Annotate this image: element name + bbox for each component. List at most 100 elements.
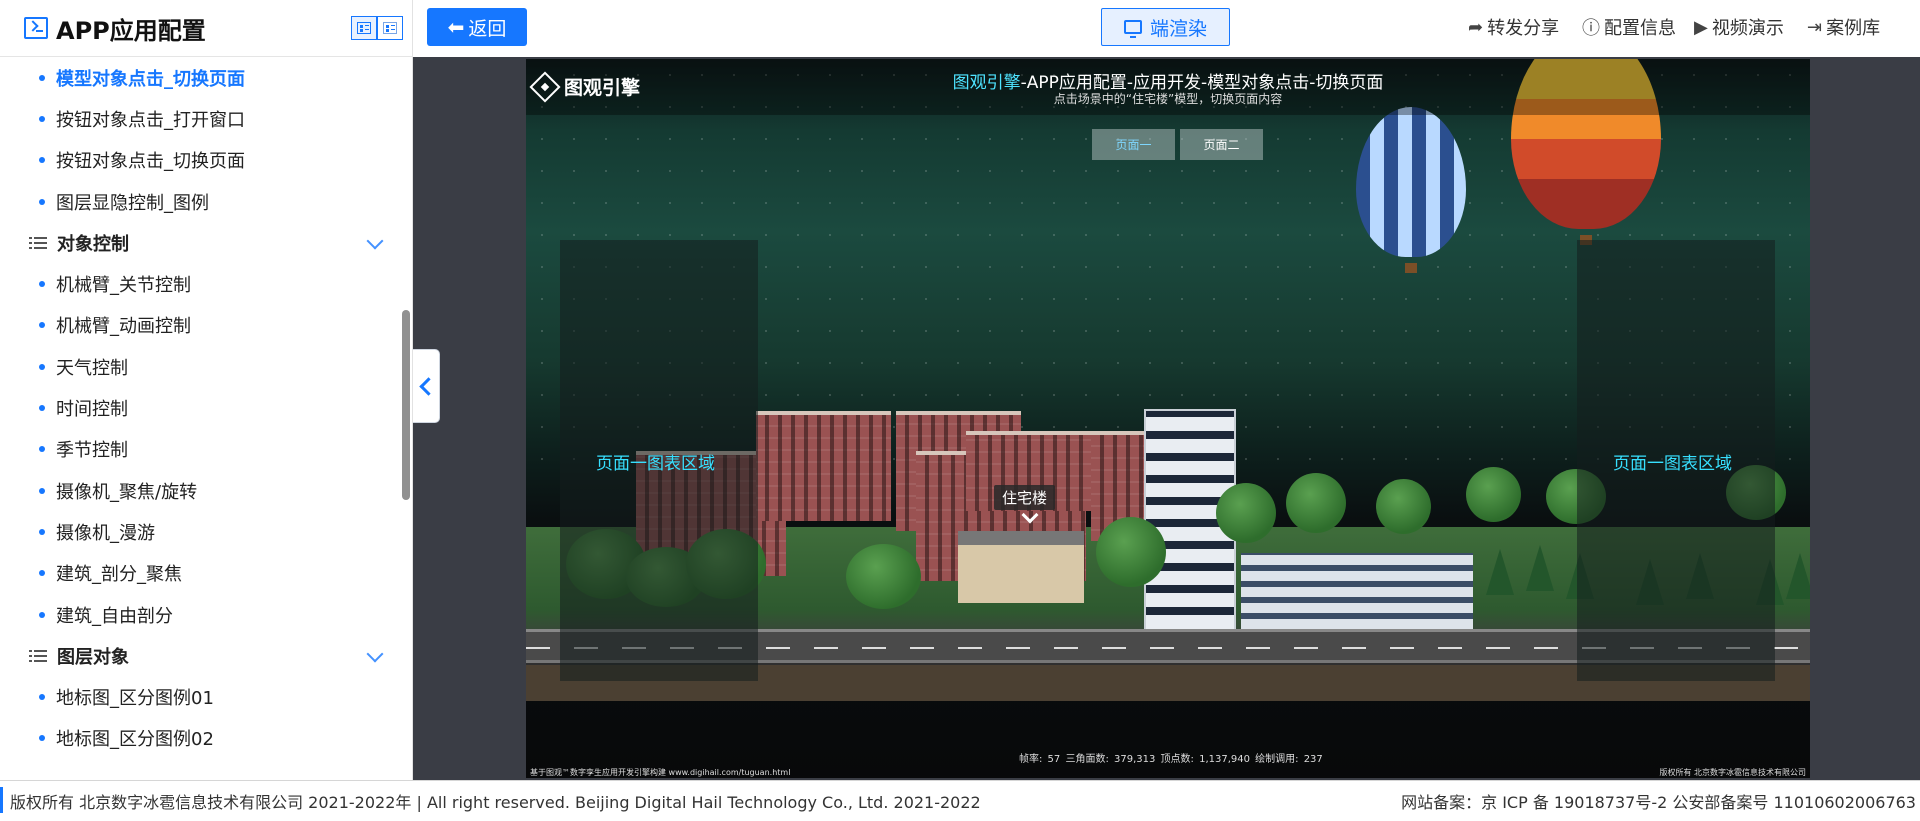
list-icon <box>29 236 47 250</box>
page-footer: 版权所有 北京数字冰雹信息技术有限公司 2021-2022年 | All rig… <box>0 780 1920 821</box>
sidebar-item[interactable]: 机械臂_动画控制 <box>0 305 400 346</box>
tree <box>1466 467 1521 522</box>
sidebar-group-label: 对象控制 <box>57 233 129 255</box>
sidebar-item-label: 按钮对象点击_切换页面 <box>56 151 245 173</box>
bullet-dot-icon <box>39 157 45 164</box>
case-library-button[interactable]: ⇥ 案例库 <box>1807 14 1880 40</box>
render-viewport: 住宅楼 页面一图表区域 页面一图表区域 图观引擎 图观引擎-APP应用配置-应用… <box>413 57 1920 780</box>
sidebar-item-label: 时间控制 <box>56 399 128 421</box>
back-arrow-icon: ⬅ <box>447 15 465 39</box>
chart-panel-left-label: 页面一图表区域 <box>596 454 715 474</box>
chart-panel-right-label: 页面一图表区域 <box>1613 454 1732 474</box>
sidebar-item-label: 机械臂_关节控制 <box>56 275 191 297</box>
chevron-down-icon[interactable] <box>366 232 384 250</box>
bullet-dot-icon <box>39 363 45 370</box>
scene-footer-left: 基于图观™数字孪生应用开发引擎构建 www.digihail.com/tugua… <box>530 768 791 777</box>
3d-scene[interactable]: 住宅楼 页面一图表区域 页面一图表区域 图观引擎 图观引擎-APP应用配置-应用… <box>526 59 1810 778</box>
sidebar-scrollbar[interactable] <box>402 310 410 500</box>
sidebar-item[interactable]: 模型对象点击_切换页面 <box>0 57 400 98</box>
sidebar-item[interactable]: 按钮对象点击_切换页面 <box>0 140 400 181</box>
sidebar-item[interactable]: 机械臂_关节控制 <box>0 263 400 304</box>
footer-icp: 网站备案：京 ICP 备 19018737号-2 公安部备案号 11010602… <box>1401 793 1916 812</box>
page-one-button[interactable]: 页面一 <box>1092 129 1175 160</box>
residential-model-tag[interactable]: 住宅楼 <box>994 485 1056 510</box>
sidebar-item[interactable]: 季节控制 <box>0 429 400 470</box>
sidebar-item[interactable]: 图层显隐控制_图例 <box>0 181 400 222</box>
case-library-label: 案例库 <box>1826 18 1881 39</box>
pine-tree <box>1486 549 1514 595</box>
sidebar-item[interactable]: 摄像机_漫游 <box>0 511 400 552</box>
tree <box>1376 479 1431 534</box>
bullet-dot-icon <box>39 528 45 535</box>
tree <box>1286 473 1346 533</box>
bullet-dot-icon <box>39 281 45 288</box>
sidebar-item[interactable]: 建筑_剖分_聚焦 <box>0 553 400 594</box>
sidebar-item-label: 机械臂_动画控制 <box>56 316 191 338</box>
list-view-button[interactable] <box>351 16 377 40</box>
bullet-dot-icon <box>39 570 45 577</box>
list-view-icon <box>357 22 371 34</box>
image-view-button[interactable] <box>377 16 403 40</box>
config-info-label: 配置信息 <box>1604 18 1676 39</box>
bullet-dot-icon <box>39 487 45 494</box>
case-library-icon: ⇥ <box>1807 16 1823 38</box>
view-toggle <box>351 16 403 40</box>
bullet-dot-icon <box>39 735 45 742</box>
sidebar-item-label: 图层显隐控制_图例 <box>56 192 209 214</box>
sidebar-item[interactable]: 地标图_区分图例02 <box>0 718 400 759</box>
tree <box>1096 517 1166 587</box>
render-mode-label: 端渲染 <box>1149 17 1207 40</box>
bullet-dot-icon <box>39 611 45 618</box>
office-building[interactable] <box>1241 553 1473 629</box>
sidebar-item-label: 按钮对象点击_打开窗口 <box>56 109 245 131</box>
sidebar-item-label: 天气控制 <box>56 357 128 379</box>
sidebar-item[interactable]: 按钮对象点击_打开窗口 <box>0 98 400 139</box>
sidebar-group[interactable]: 图层对象 <box>0 635 400 676</box>
sidebar-group-label: 图层对象 <box>57 646 129 668</box>
sidebar-item-label: 建筑_自由剖分 <box>56 605 173 627</box>
sidebar-item[interactable]: 天气控制 <box>0 346 400 387</box>
sidebar-group[interactable]: 对象控制 <box>0 222 400 263</box>
page-two-button[interactable]: 页面二 <box>1180 129 1263 160</box>
sidebar-item-label: 地标图_区分图例01 <box>56 688 214 710</box>
pine-tree <box>1526 545 1554 591</box>
video-demo-button[interactable]: ▶︎ 视频演示 <box>1694 14 1784 40</box>
sidebar-item-label: 摄像机_漫游 <box>56 522 155 544</box>
info-circle-icon: ⓘ <box>1582 18 1600 39</box>
render-stats: 帧率: 57 三角面数: 379,313 顶点数: 1,137,940 绘制调用… <box>1019 754 1323 765</box>
back-button[interactable]: ⬅ 返回 <box>427 8 527 46</box>
bullet-dot-icon <box>39 446 45 453</box>
sidebar-item[interactable]: 建筑_自由剖分 <box>0 594 400 635</box>
sidebar-item-label: 摄像机_聚焦/旋转 <box>56 481 198 503</box>
tree <box>846 544 921 609</box>
bullet-dot-icon <box>39 115 45 122</box>
monitor-icon <box>1123 20 1142 38</box>
sidebar-item[interactable]: 地标图_区分图例01 <box>0 676 400 717</box>
sidebar-item[interactable]: 时间控制 <box>0 387 400 428</box>
scene-subtitle: 点击场景中的“住宅楼”模型，切换页面内容 <box>1053 92 1283 106</box>
sidebar: APP应用配置 模型对象点击_切换页面 按钮对象点击_打开窗口 按钮对象点击_切换页… <box>0 0 413 780</box>
house[interactable] <box>958 531 1084 603</box>
bullet-dot-icon <box>39 74 45 81</box>
sidebar-item-label: 地标图_区分图例02 <box>56 729 214 751</box>
residential-building[interactable] <box>756 411 891 521</box>
chevron-left-icon <box>419 376 438 396</box>
app-terminal-icon <box>24 17 48 39</box>
share-label: 转发分享 <box>1487 18 1560 39</box>
collapse-sidebar-button[interactable] <box>413 349 440 423</box>
bullet-dot-icon <box>39 405 45 412</box>
sidebar-item[interactable]: 摄像机_聚焦/旋转 <box>0 470 400 511</box>
play-circle-icon: ▶︎ <box>1694 16 1708 38</box>
render-mode-button[interactable]: 端渲染 <box>1101 8 1230 46</box>
top-bar: ⬅ 返回 端渲染 ➦ 转发分享 ⓘ 配置信息 ▶︎ 视频演示 ⇥ 案例库 <box>413 0 1920 57</box>
share-arrow-icon: ➦ <box>1468 16 1484 38</box>
chevron-down-icon[interactable] <box>366 645 384 663</box>
footer-copyright: 版权所有 北京数字冰雹信息技术有限公司 2021-2022年 | All rig… <box>10 793 981 812</box>
back-button-label: 返回 <box>468 17 507 40</box>
sidebar-item-label: 模型对象点击_切换页面 <box>56 68 245 90</box>
bullet-dot-icon <box>39 322 45 329</box>
image-view-icon <box>383 22 397 34</box>
config-info-button[interactable]: ⓘ 配置信息 <box>1582 14 1676 40</box>
scene-footer-right: 版权所有 北京数字冰雹信息技术有限公司 <box>1659 768 1806 777</box>
share-button[interactable]: ➦ 转发分享 <box>1468 14 1559 40</box>
